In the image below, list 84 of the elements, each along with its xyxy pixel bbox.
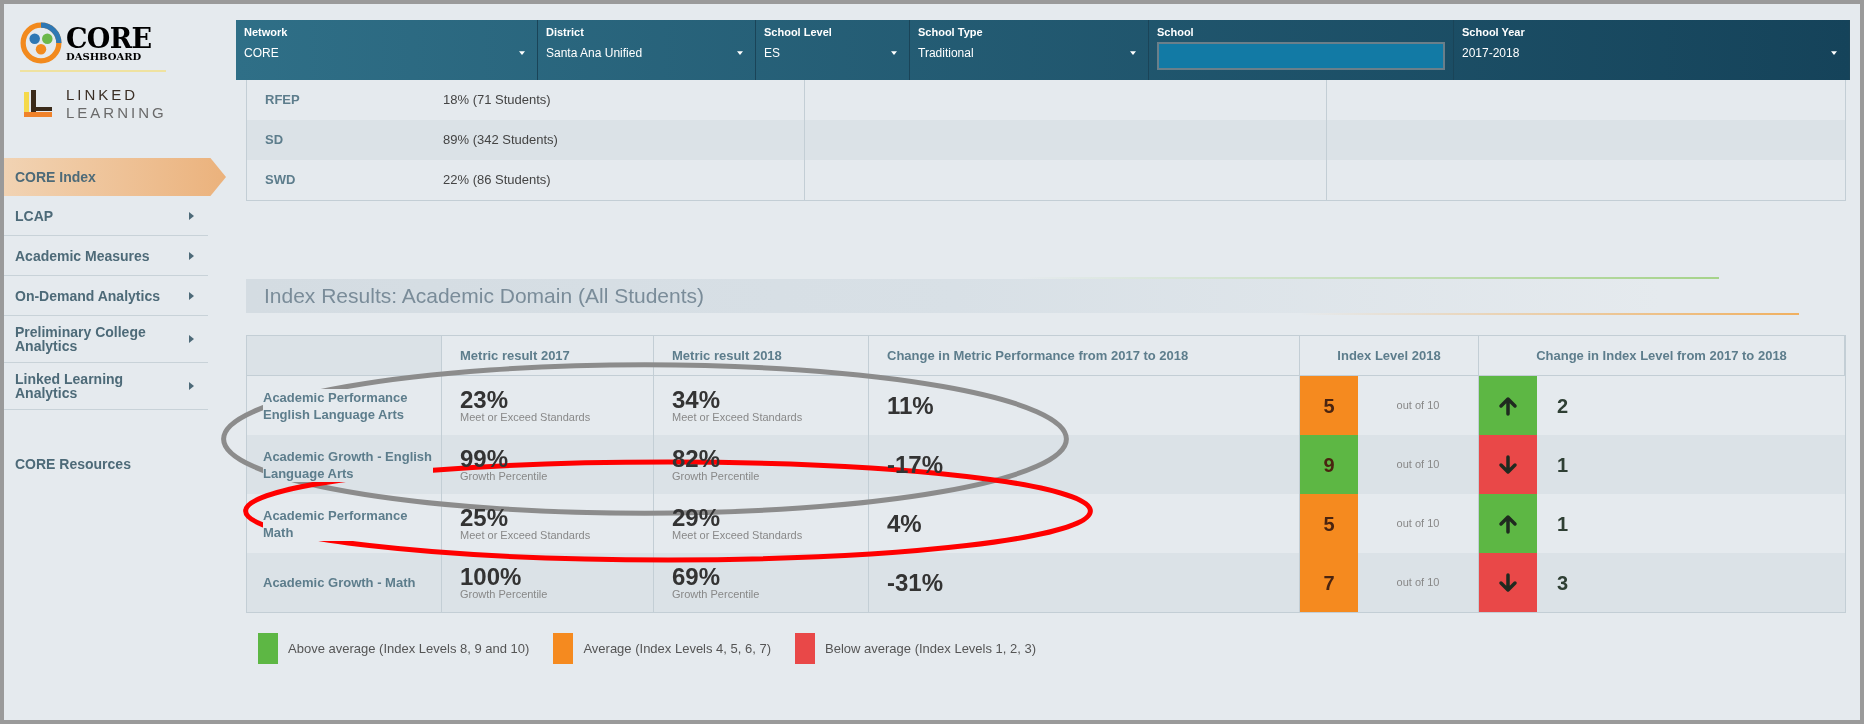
index-level-tile: 5 (1300, 376, 1358, 435)
column-header: Index Level 2018 (1337, 346, 1441, 365)
sidebar-item[interactable]: On-Demand Analytics (4, 276, 208, 316)
subgroup-name: RFEP (265, 91, 301, 110)
caret-icon (189, 335, 194, 343)
caret-icon (737, 51, 743, 55)
metric-note: Growth Percentile (460, 587, 548, 600)
sidebar-item[interactable]: CORE Index (4, 158, 226, 196)
filter-label: School Year (1462, 25, 1526, 40)
filter-label: School Level (764, 25, 833, 40)
metric-result: 34% (672, 388, 721, 411)
caret-icon (189, 251, 194, 260)
metric-note: Meet or Exceed Standards (672, 410, 803, 423)
index-level-tile: 7 (1300, 553, 1358, 612)
legend-label: Average (Index Levels 4, 5, 6, 7) (583, 639, 772, 658)
out-of-text: out of 10 (1396, 516, 1440, 532)
up-arrow-icon (1498, 395, 1518, 416)
filter-dropdown[interactable]: Santa Ana Unified (546, 43, 747, 63)
caret-icon (1130, 51, 1136, 55)
metric-note: Growth Percentile (460, 469, 548, 482)
subgroup-value: 18% (71 Students) (443, 91, 551, 110)
filter-label: School Type (918, 25, 984, 40)
down-arrow-icon (1498, 572, 1518, 593)
partner-logo-icon (22, 88, 54, 120)
filter-dropdown[interactable]: Traditional (918, 43, 1140, 63)
metric-change: -31% (887, 567, 944, 598)
metric-change: 11% (887, 390, 934, 421)
caret-icon (189, 291, 194, 300)
metric-result: 29% (672, 506, 721, 529)
resources-link[interactable]: CORE Resources (4, 454, 226, 475)
logo-subtitle: DASHBOARD (66, 51, 143, 62)
column-header: Change in Index Level from 2017 to 2018 (1536, 346, 1787, 365)
out-of-text: out of 10 (1396, 457, 1440, 473)
index-change: 2 (1557, 393, 1569, 419)
index-level-tile: 9 (1300, 435, 1358, 494)
caret-icon (189, 382, 194, 390)
partner-logo-text: LEARNING (66, 104, 167, 122)
column-header: Change in Metric Performance from 2017 to 2018 (887, 346, 1189, 365)
filter-dropdown[interactable]: 2017-2018 (1462, 43, 1841, 63)
metric-result: 69% (672, 565, 721, 588)
partner-logo-text: LINKED (66, 86, 140, 104)
sidebar-item[interactable]: Preliminary College Analytics (4, 316, 208, 363)
metric-note: Meet or Exceed Standards (460, 528, 591, 541)
caret-icon (891, 51, 897, 55)
subgroup-name: SD (265, 131, 285, 150)
index-level-tile: 5 (1300, 494, 1358, 553)
logo-title: CORE (66, 24, 152, 52)
logo-icon (20, 22, 62, 64)
metric-result: 100% (460, 565, 522, 588)
metric-note: Growth Percentile (672, 587, 760, 600)
legend-label: Below average (Index Levels 1, 2, 3) (825, 639, 1037, 658)
filter-dropdown[interactable]: ES (764, 43, 901, 63)
down-arrow-icon (1498, 454, 1518, 475)
caret-icon (1831, 51, 1837, 55)
metric-result: 25% (460, 506, 509, 529)
metric-note: Growth Percentile (672, 469, 760, 482)
legend-label: Above average (Index Levels 8, 9 and 10) (288, 639, 530, 658)
metric-result: 99% (460, 447, 509, 470)
metric-change: 4% (887, 508, 922, 539)
column-header: Metric result 2017 (460, 346, 570, 365)
filter-dropdown[interactable]: CORE (244, 43, 529, 63)
filter-label: Network (244, 25, 289, 40)
filter-label: District (546, 25, 585, 40)
metric-note: Meet or Exceed Standards (460, 410, 591, 423)
section-title: Index Results: Academic Domain (All Students) (264, 283, 705, 310)
metric-result: 23% (460, 388, 509, 411)
sidebar-item[interactable]: LCAP (4, 196, 208, 236)
out-of-text: out of 10 (1396, 575, 1440, 591)
index-change: 1 (1557, 452, 1569, 478)
out-of-text: out of 10 (1396, 398, 1440, 414)
sidebar-item[interactable]: Linked Learning Analytics (4, 363, 208, 410)
caret-icon (519, 51, 525, 55)
index-change: 3 (1557, 570, 1569, 596)
subgroup-value: 22% (86 Students) (443, 171, 551, 190)
school-input[interactable] (1157, 42, 1445, 70)
column-header: Metric result 2018 (672, 346, 782, 365)
caret-icon (189, 211, 194, 220)
index-change: 1 (1557, 511, 1569, 537)
metric-note: Meet or Exceed Standards (672, 528, 803, 541)
filter-label: School (1157, 25, 1195, 40)
up-arrow-icon (1498, 513, 1518, 534)
sidebar-item[interactable]: Academic Measures (4, 236, 208, 276)
subgroup-name: SWD (265, 171, 297, 190)
subgroup-value: 89% (342 Students) (443, 131, 558, 150)
